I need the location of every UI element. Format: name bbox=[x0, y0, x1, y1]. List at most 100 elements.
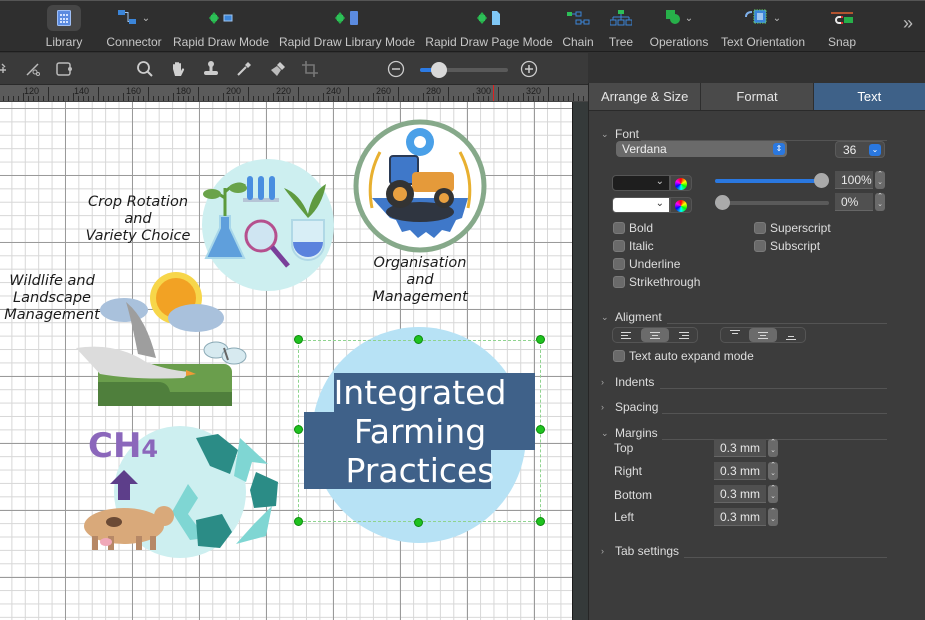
background-opacity-field[interactable]: 0% bbox=[835, 193, 873, 211]
text-color-picker-button[interactable] bbox=[670, 175, 692, 191]
tab-arrange-size[interactable]: Arrange & Size bbox=[589, 83, 702, 110]
text-auto-expand-checkbox[interactable] bbox=[613, 350, 625, 362]
search-icon[interactable] bbox=[134, 59, 156, 79]
font-family-select[interactable]: Verdana ⇕ bbox=[616, 141, 787, 157]
crop-icon[interactable] bbox=[299, 59, 321, 79]
ruler-tick bbox=[38, 96, 39, 101]
zoom-slider-knob[interactable] bbox=[430, 62, 447, 78]
bold-checkbox[interactable] bbox=[613, 222, 625, 234]
connection-point-icon[interactable] bbox=[0, 59, 16, 79]
section-alignment-header[interactable]: ⌄ Aligment bbox=[601, 310, 662, 324]
resize-handle-right[interactable] bbox=[536, 425, 545, 434]
ruler-tick bbox=[533, 96, 534, 101]
slider-knob[interactable] bbox=[814, 173, 829, 188]
ruler-tick bbox=[528, 96, 529, 101]
text-opacity-stepper[interactable]: ⌃ ⌄ bbox=[875, 171, 885, 189]
background-color-picker-button[interactable] bbox=[670, 197, 692, 213]
resize-handle-bottom-right[interactable] bbox=[536, 517, 545, 526]
operations-icon bbox=[665, 9, 681, 28]
rapid-draw-library-icon bbox=[334, 5, 360, 31]
hand-pan-icon[interactable] bbox=[167, 59, 189, 79]
resize-handle-top[interactable] bbox=[414, 335, 423, 344]
eyedropper-icon[interactable] bbox=[233, 59, 255, 79]
section-spacing-header[interactable]: › Spacing bbox=[601, 400, 658, 414]
resize-handle-bottom-left[interactable] bbox=[294, 517, 303, 526]
align-bottom-button[interactable] bbox=[777, 328, 805, 342]
underline-checkbox[interactable] bbox=[613, 258, 625, 270]
label-crop-rotation[interactable]: Crop Rotation and Variety Choice bbox=[82, 194, 194, 245]
background-color-well[interactable]: ⌄ bbox=[612, 197, 670, 213]
ruler-tick bbox=[18, 96, 19, 101]
strikethrough-checkbox[interactable] bbox=[613, 276, 625, 288]
margin-left-field[interactable]: 0.3 mm bbox=[714, 508, 766, 526]
stamp-icon[interactable] bbox=[200, 59, 222, 79]
align-left-button[interactable] bbox=[613, 328, 641, 342]
ruler-label: 120 bbox=[24, 86, 40, 96]
zoom-in-button[interactable] bbox=[518, 59, 540, 79]
text-color-well[interactable]: ⌄ bbox=[612, 175, 670, 191]
ruler-tick bbox=[238, 96, 239, 101]
toolbar-overflow-button[interactable]: » bbox=[903, 13, 913, 34]
ruler-tick bbox=[343, 96, 344, 101]
margin-left-stepper[interactable]: ⌃ ⌄ bbox=[768, 508, 778, 526]
resize-handle-left[interactable] bbox=[294, 425, 303, 434]
brush-icon[interactable] bbox=[267, 59, 289, 79]
resize-handle-top-right[interactable] bbox=[536, 335, 545, 344]
drawing-canvas[interactable]: Crop Rotation and Variety Choice Organis… bbox=[0, 102, 572, 620]
rapid-draw-page-mode-button[interactable]: Rapid Draw Page Mode bbox=[425, 5, 553, 51]
section-font-header[interactable]: ⌄ Font bbox=[601, 127, 639, 141]
rapid-draw-mode-button[interactable]: Rapid Draw Mode bbox=[173, 5, 269, 51]
margin-right-field[interactable]: 0.3 mm bbox=[714, 462, 766, 480]
align-middle-button[interactable] bbox=[749, 328, 777, 342]
label-organisation[interactable]: Organisation and Management bbox=[360, 255, 480, 306]
snap-button[interactable]: Snap bbox=[826, 5, 858, 51]
subscript-checkbox[interactable] bbox=[754, 240, 766, 252]
tab-format[interactable]: Format bbox=[701, 83, 814, 110]
margin-bottom-field[interactable]: 0.3 mm bbox=[714, 485, 766, 503]
divider bbox=[667, 323, 887, 324]
wildlife-illustration[interactable] bbox=[74, 270, 264, 410]
resize-handle-top-left[interactable] bbox=[294, 335, 303, 344]
ruler-tick bbox=[313, 96, 314, 101]
section-margins-header[interactable]: ⌄ Margins bbox=[601, 426, 658, 440]
font-size-select[interactable]: 36 ⌄ bbox=[835, 141, 885, 158]
margin-top-field[interactable]: 0.3 mm bbox=[714, 439, 766, 457]
rapid-draw-library-mode-button[interactable]: Rapid Draw Library Mode bbox=[279, 5, 415, 51]
italic-checkbox[interactable] bbox=[613, 240, 625, 252]
zoom-slider[interactable] bbox=[420, 62, 508, 78]
slider-knob[interactable] bbox=[715, 195, 730, 210]
operations-button[interactable]: ⌄ Operations bbox=[648, 5, 710, 51]
text-opacity-slider[interactable] bbox=[715, 173, 829, 188]
ruler-tick bbox=[193, 96, 194, 101]
tractor-management-illustration[interactable] bbox=[352, 118, 488, 254]
canvas-vertical-scrollbar[interactable] bbox=[572, 102, 588, 620]
background-opacity-slider[interactable] bbox=[715, 195, 829, 210]
align-left-icon bbox=[621, 331, 633, 339]
margin-bottom-stepper[interactable]: ⌃ ⌄ bbox=[768, 485, 778, 503]
text-opacity-field[interactable]: 100% bbox=[835, 171, 873, 189]
background-opacity-stepper[interactable]: ⌃ ⌄ bbox=[875, 193, 885, 211]
ruler-tick bbox=[228, 96, 229, 101]
chain-button[interactable]: Chain bbox=[560, 5, 596, 51]
resize-handle-bottom[interactable] bbox=[414, 518, 423, 527]
divider bbox=[662, 413, 887, 414]
margin-right-stepper[interactable]: ⌃ ⌄ bbox=[768, 462, 778, 480]
tab-text[interactable]: Text bbox=[813, 83, 925, 110]
library-button[interactable]: Library bbox=[44, 5, 84, 51]
align-top-button[interactable] bbox=[721, 328, 749, 342]
text-orientation-button[interactable]: ⌄ Text Orientation bbox=[721, 5, 805, 51]
connector-button[interactable]: ⌄ Connector bbox=[106, 5, 162, 51]
superscript-checkbox[interactable] bbox=[754, 222, 766, 234]
align-right-button[interactable] bbox=[669, 328, 697, 342]
shape-edit-icon[interactable] bbox=[53, 59, 75, 79]
ruler-tick bbox=[573, 93, 574, 101]
ch4-label[interactable]: CH4 bbox=[88, 426, 158, 466]
ruler-tick bbox=[328, 96, 329, 101]
margin-top-stepper[interactable]: ⌃ ⌄ bbox=[768, 439, 778, 457]
section-tab-settings-header[interactable]: › Tab settings bbox=[601, 544, 679, 558]
section-indents-header[interactable]: › Indents bbox=[601, 375, 654, 389]
format-painter-cut-icon[interactable] bbox=[22, 59, 44, 79]
tree-button[interactable]: Tree bbox=[606, 5, 636, 51]
align-center-button[interactable] bbox=[641, 328, 669, 342]
zoom-out-button[interactable] bbox=[385, 59, 407, 79]
